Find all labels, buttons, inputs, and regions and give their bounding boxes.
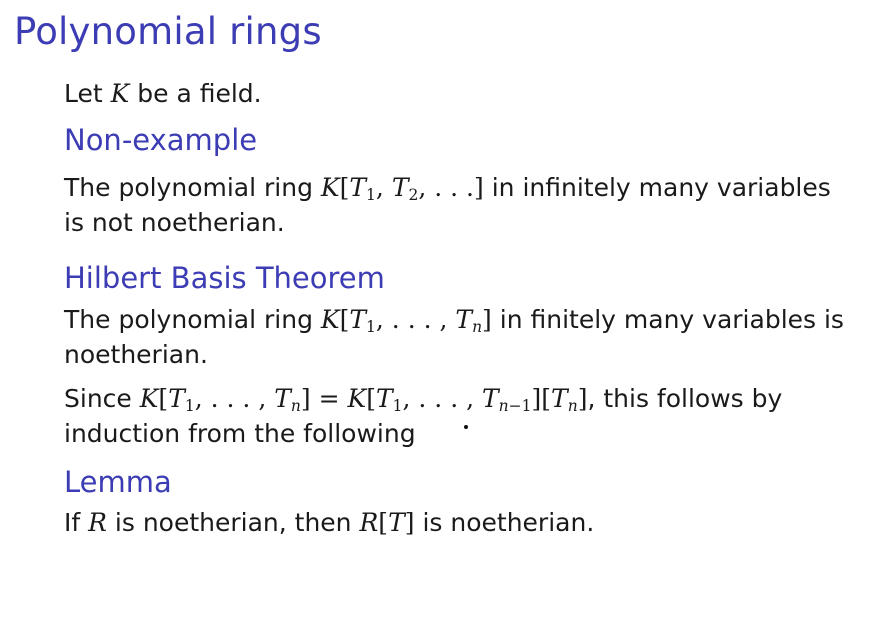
slide-title: Polynomial rings xyxy=(14,10,322,53)
intro-statement: Let K be a field. xyxy=(64,76,262,111)
lemma-statement: If R is noetherian, then R[T] is noether… xyxy=(64,505,594,540)
non-example-text-before: The polynomial ring xyxy=(64,173,321,202)
pointer-dot xyxy=(464,425,468,429)
non-example-line-1: The polynomial ring K[T1, T2, . . .] in … xyxy=(64,170,831,205)
lemma-text-middle: is noetherian, then xyxy=(106,508,360,537)
hilbert-line-3: Since K[T1, . . . , Tn] = K[T1, . . . , … xyxy=(64,381,782,416)
non-example-text-after: in infinitely many variables xyxy=(483,173,831,202)
intro-text-after: be a field. xyxy=(129,79,262,108)
hilbert-line-4: induction from the following xyxy=(64,419,416,448)
lemma-polynomial-formula: R[T] xyxy=(359,508,415,537)
hilbert-text-before: The polynomial ring xyxy=(64,305,321,334)
since-text: Since xyxy=(64,384,140,413)
lemma-heading: Lemma xyxy=(64,465,172,499)
hilbert-basis-theorem-heading: Hilbert Basis Theorem xyxy=(64,261,385,295)
ring-identity-formula: K[T1, . . . , Tn] = K[T1, . . . , Tn−1][… xyxy=(139,384,588,415)
hilbert-line-1: The polynomial ring K[T1, . . . , Tn] in… xyxy=(64,302,844,337)
finite-polynomial-ring-formula: K[T1, . . . , Tn] xyxy=(320,305,492,336)
hilbert-line-2: noetherian. xyxy=(64,340,208,369)
non-example-line-2: is not noetherian. xyxy=(64,208,285,237)
lemma-text-before: If xyxy=(64,508,89,537)
follows-text: , this follows by xyxy=(587,384,783,413)
non-example-heading: Non-example xyxy=(64,123,258,157)
lemma-ring-variable: R xyxy=(88,508,107,537)
intro-variable: K xyxy=(110,79,130,108)
lemma-text-after: is noetherian. xyxy=(414,508,595,537)
hilbert-text-after: in finitely many variables is xyxy=(491,305,844,334)
infinite-polynomial-ring-formula: K[T1, T2, . . .] xyxy=(320,173,484,204)
intro-text-before: Let xyxy=(64,79,111,108)
